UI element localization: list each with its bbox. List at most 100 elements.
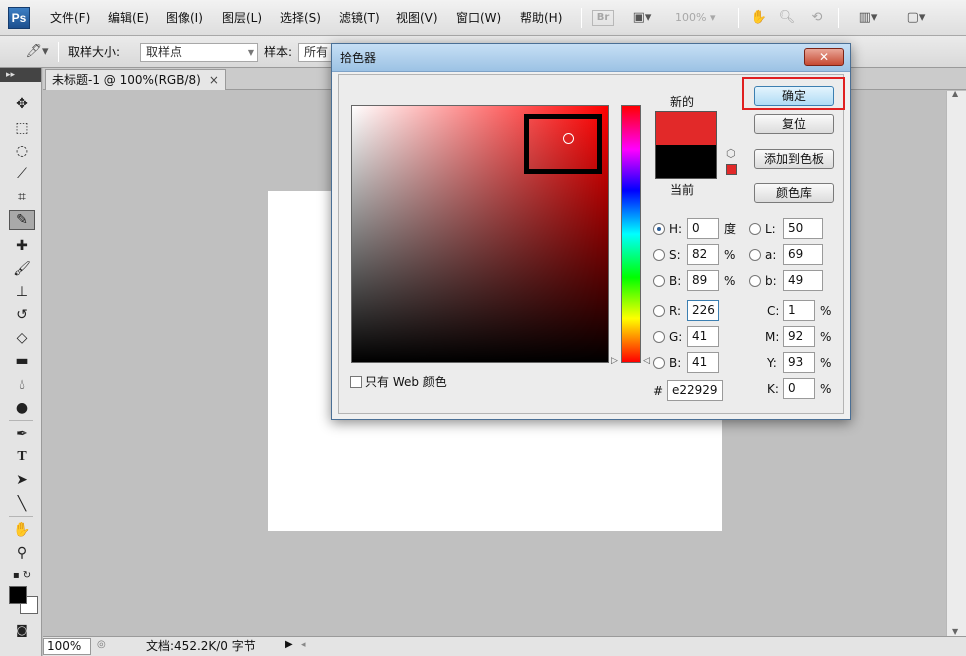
marquee-tool-icon[interactable]: ⬚ [9, 118, 35, 138]
pen-tool-icon[interactable]: ✒︎ [9, 424, 35, 444]
eyedropper-tool-icon[interactable]: ✎ [9, 210, 35, 230]
move-tool-icon[interactable]: ✥ [9, 94, 35, 114]
lab-a-radio[interactable] [749, 249, 761, 261]
hue-input[interactable]: 0 [687, 218, 719, 239]
arrange-documents-icon[interactable]: ▥▾ [850, 8, 886, 28]
lab-l-input[interactable]: 50 [783, 218, 823, 239]
red-input[interactable]: 226 [687, 300, 719, 321]
brush-tool-icon[interactable]: 🖌︎ [9, 259, 35, 279]
menu-image[interactable]: 图像(I) [166, 10, 203, 26]
sample-value: 所有图 [304, 45, 329, 59]
menu-help[interactable]: 帮助(H) [520, 10, 562, 26]
saturation-input[interactable]: 82 [687, 244, 719, 265]
status-bar: 100% ◎ 文档:452.2K/0 字节 ▶ ◂ [43, 636, 966, 656]
path-select-tool-icon[interactable]: ➤ [9, 470, 35, 490]
zoom-field[interactable]: 100% [43, 638, 91, 655]
toolbox-collapse-icon[interactable]: ▸▸ [0, 68, 41, 82]
film-strip-icon[interactable]: ▣▾ [628, 8, 656, 28]
options-separator [58, 42, 59, 62]
checkbox-icon[interactable] [350, 376, 362, 388]
healing-brush-tool-icon[interactable]: ✚ [9, 236, 35, 256]
scroll-down-icon[interactable]: ▼ [952, 627, 958, 636]
blue-input[interactable]: 41 [687, 352, 719, 373]
cyan-input[interactable]: 1 [783, 300, 815, 321]
green-radio[interactable] [653, 331, 665, 343]
black-input[interactable]: 0 [783, 378, 815, 399]
quick-mask-icon[interactable]: ◙ [9, 620, 35, 640]
color-picker-dialog: 拾色器 ✕ ▷ ◁ 只有 Web 颜色 新的 当前 ⬡ 确定 复位 添加到色板 … [331, 43, 851, 420]
sample-label: 样本: [264, 45, 293, 59]
clone-stamp-tool-icon[interactable]: ⊥ [9, 282, 35, 302]
menu-window[interactable]: 窗口(W) [456, 10, 501, 26]
menu-view[interactable]: 视图(V) [396, 10, 438, 26]
zoom-tool-icon[interactable]: ⚲ [9, 543, 35, 563]
dialog-body: ▷ ◁ 只有 Web 颜色 新的 当前 ⬡ 确定 复位 添加到色板 颜色库 H:… [338, 74, 845, 414]
status-menu-arrow-icon[interactable]: ▶ [285, 639, 293, 650]
menu-layer[interactable]: 图层(L) [222, 10, 262, 26]
color-marker-circle[interactable] [563, 133, 574, 144]
document-tab[interactable]: 未标题-1 @ 100%(RGB/8) × [45, 69, 226, 90]
green-input[interactable]: 41 [687, 326, 719, 347]
yellow-input[interactable]: 93 [783, 352, 815, 373]
add-to-swatches-button[interactable]: 添加到色板 [754, 149, 834, 169]
hue-slider[interactable] [621, 105, 641, 363]
hand-tool-icon[interactable]: ✋ [748, 8, 770, 28]
menu-select[interactable]: 选择(S) [280, 10, 321, 26]
hue-radio[interactable] [653, 223, 665, 235]
line-tool-icon[interactable]: ╲ [9, 494, 35, 514]
lab-l-radio[interactable] [749, 223, 761, 235]
ok-button[interactable]: 确定 [754, 86, 834, 106]
eraser-tool-icon[interactable]: ◇ [9, 328, 35, 348]
close-icon[interactable]: × [209, 73, 219, 87]
gradient-tool-icon[interactable]: ▬ [9, 351, 35, 371]
sample-size-label: 取样大小: [68, 45, 121, 59]
rotate-view-icon[interactable]: ⟲ [806, 8, 828, 28]
blur-tool-icon[interactable]: 💧︎ [9, 375, 35, 395]
dialog-title-bar[interactable]: 拾色器 ✕ [332, 44, 850, 72]
zoom-tool-icon[interactable]: 🔍︎ [776, 8, 798, 28]
hex-input[interactable]: e22929 [667, 380, 723, 401]
magenta-input[interactable]: 92 [783, 326, 815, 347]
cube-icon[interactable]: ⬡ [726, 148, 736, 160]
crop-tool-icon[interactable]: ⌗ [9, 187, 35, 207]
menu-edit[interactable]: 编辑(E) [108, 10, 149, 26]
close-button[interactable]: ✕ [804, 48, 844, 66]
dodge-tool-icon[interactable]: ● [9, 398, 35, 418]
bridge-icon[interactable]: Br [592, 10, 614, 26]
hue-slider-right-arrow[interactable]: ◁ [643, 356, 650, 366]
lasso-tool-icon[interactable]: ◌ [9, 141, 35, 161]
saturation-radio[interactable] [653, 249, 665, 261]
saturation-brightness-field[interactable] [351, 105, 609, 363]
brightness-input[interactable]: 89 [687, 270, 719, 291]
hue-slider-left-arrow[interactable]: ▷ [611, 356, 618, 366]
brightness-radio[interactable] [653, 275, 665, 287]
scroll-up-icon[interactable]: ▲ [952, 89, 958, 98]
foreground-color-swatch[interactable] [9, 586, 27, 604]
eyedropper-preset-icon[interactable]: 🖊︎▾ [20, 42, 54, 62]
screen-mode-icon[interactable]: ▢▾ [898, 8, 934, 28]
toolbox-divider [9, 420, 33, 421]
web-safe-swatch[interactable] [726, 164, 737, 175]
menu-file[interactable]: 文件(F) [50, 10, 90, 26]
color-libraries-button[interactable]: 颜色库 [754, 183, 834, 203]
quick-select-tool-icon[interactable]: ⟋ [9, 164, 35, 184]
red-label: R: [669, 304, 682, 318]
lab-b-input[interactable]: 49 [783, 270, 823, 291]
type-tool-icon[interactable]: T [9, 447, 35, 467]
red-radio[interactable] [653, 305, 665, 317]
history-brush-tool-icon[interactable]: ↺ [9, 305, 35, 325]
lab-b-radio[interactable] [749, 275, 761, 287]
blue-radio[interactable] [653, 357, 665, 369]
menu-filter[interactable]: 滤镜(T) [339, 10, 380, 26]
sample-size-select[interactable]: 取样点 ▼ [140, 43, 258, 62]
info-icon[interactable]: ◎ [97, 639, 106, 650]
reset-button[interactable]: 复位 [754, 114, 834, 134]
vertical-scrollbar[interactable]: ▲ ▼ [946, 89, 966, 636]
current-color-swatch[interactable] [655, 145, 717, 179]
scroll-left-icon[interactable]: ◂ [301, 640, 306, 650]
lab-a-input[interactable]: 69 [783, 244, 823, 265]
zoom-level-select[interactable]: 100% ▾ [675, 9, 727, 27]
web-only-colors-checkbox[interactable]: 只有 Web 颜色 [350, 375, 447, 389]
hand-tool-icon[interactable]: ✋ [9, 520, 35, 540]
swap-colors-icon[interactable]: ▪ ↻ [9, 566, 35, 586]
